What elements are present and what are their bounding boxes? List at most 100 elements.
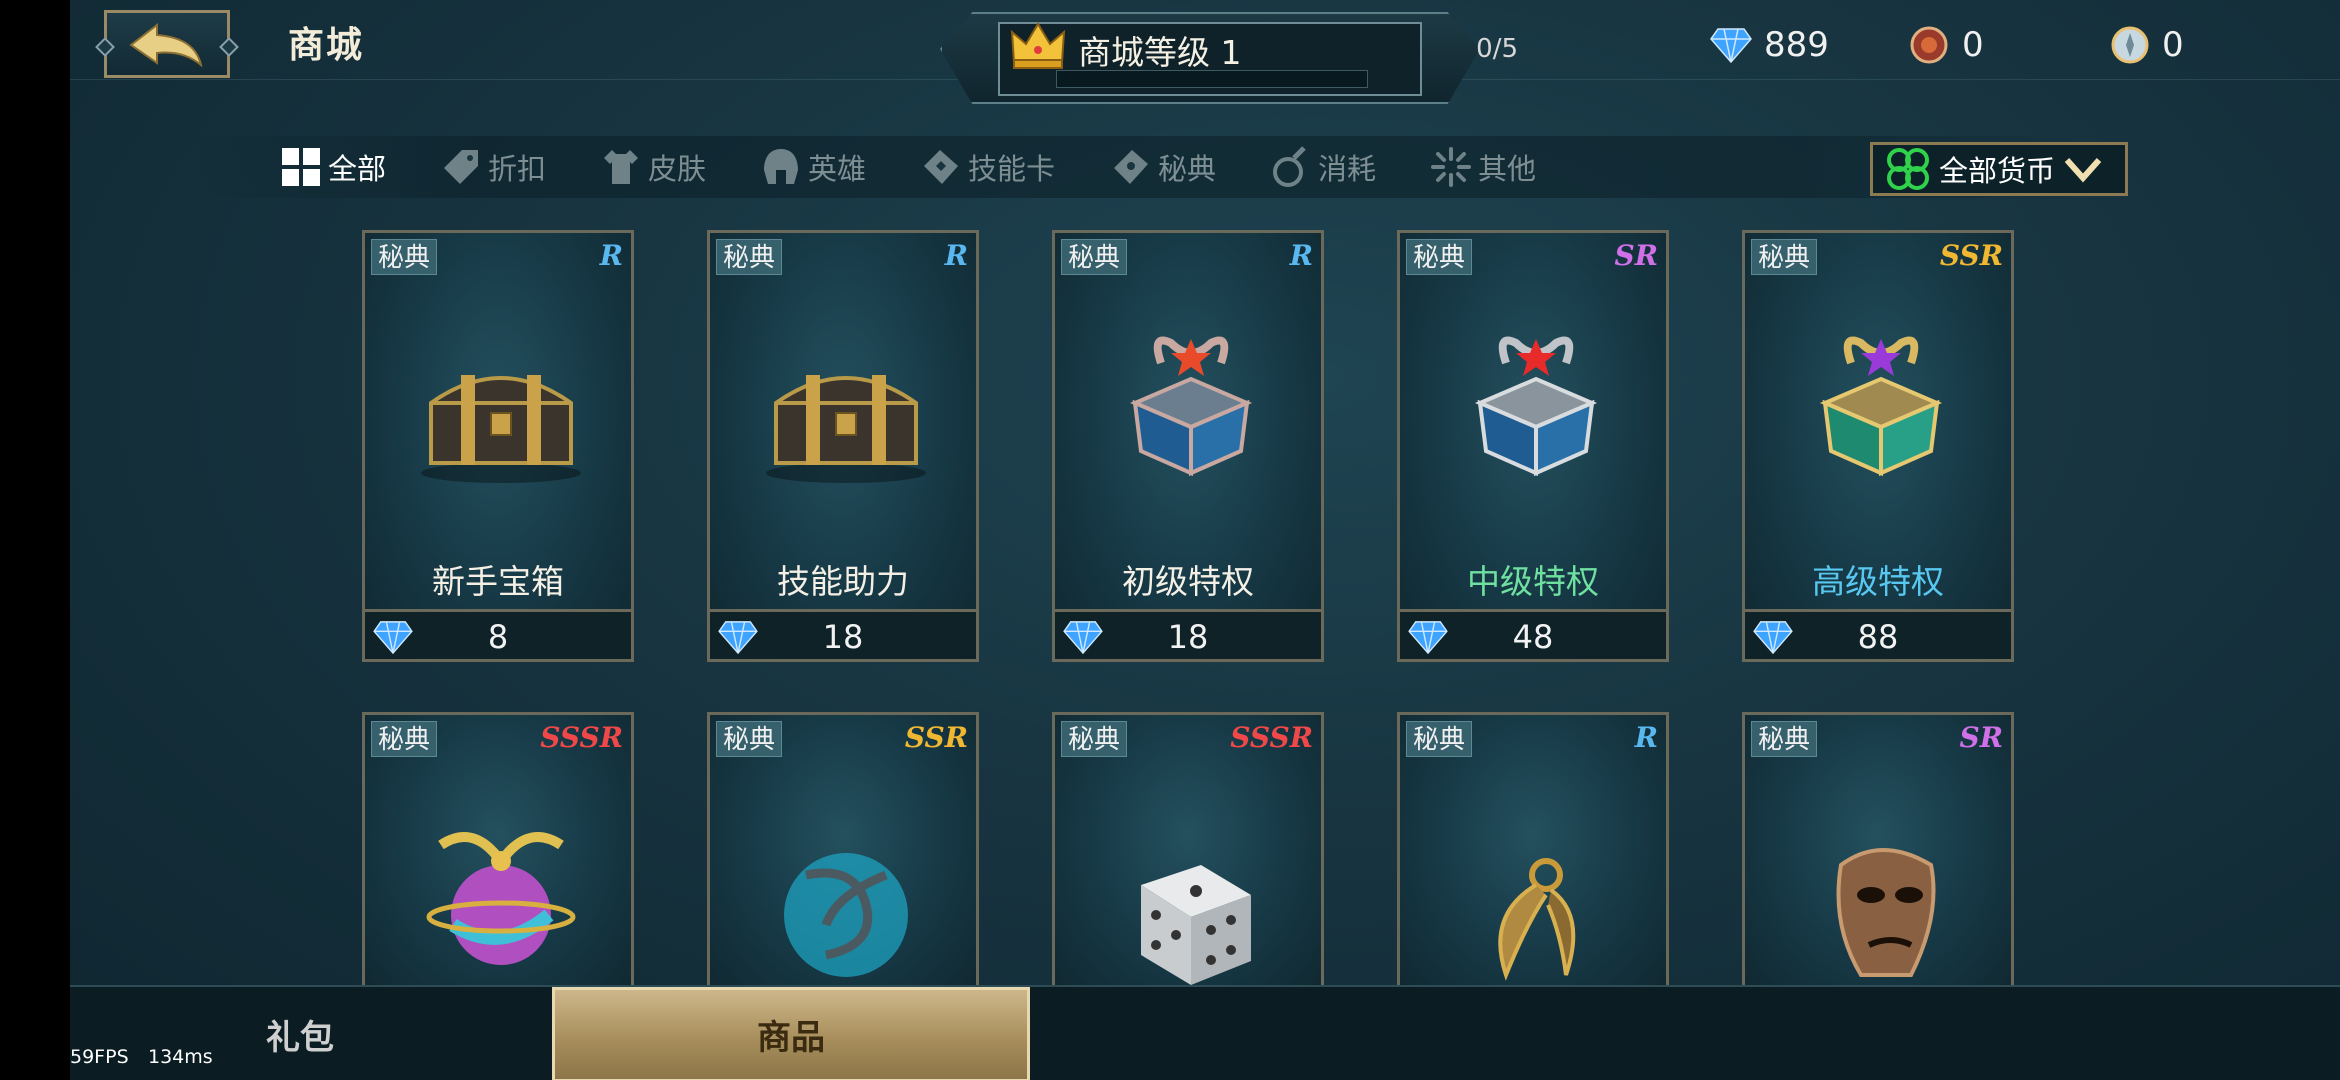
- tab-gift-pack[interactable]: 礼包: [220, 987, 380, 1080]
- tab-discount[interactable]: 折扣: [440, 142, 546, 192]
- tab-label: 其他: [1478, 152, 1537, 186]
- item-price: 18: [1167, 618, 1209, 656]
- tab-goods[interactable]: 商品: [552, 987, 1030, 1080]
- latency-counter: 134ms: [148, 1046, 213, 1068]
- tab-label: 英雄: [808, 152, 867, 186]
- currency-diamond[interactable]: 889: [1710, 20, 1829, 70]
- shop-item-card[interactable]: 秘典 R 新手宝箱 8: [362, 230, 634, 662]
- shop-item-card[interactable]: 秘典 SSSR: [1052, 712, 1324, 1002]
- price-row: 18: [710, 609, 976, 659]
- sparkle-icon: [1431, 147, 1471, 187]
- back-arrow-icon: [129, 22, 203, 67]
- currency-coin[interactable]: 0: [2110, 20, 2184, 70]
- currency-token[interactable]: 0: [1908, 20, 1984, 70]
- tab-label: 皮肤: [648, 152, 707, 186]
- price-row: 8: [365, 609, 631, 659]
- chest-icon: [766, 375, 926, 483]
- rarity-badge: R: [1634, 721, 1658, 754]
- shop-item-card[interactable]: 秘典 SR: [1742, 712, 2014, 1002]
- rarity-badge: SSR: [904, 721, 968, 754]
- back-button[interactable]: [104, 10, 230, 78]
- item-category-tag: 秘典: [1406, 239, 1473, 275]
- tab-consumable[interactable]: 消耗: [1270, 142, 1376, 192]
- fps-counter: 59FPS: [70, 1046, 129, 1068]
- diamond-icon: [1710, 28, 1752, 63]
- helmet-icon: [764, 149, 798, 184]
- item-name: 新手宝箱: [432, 562, 564, 601]
- tab-codex[interactable]: 秘典: [1110, 142, 1216, 192]
- shop-level-progress-bar: [1056, 70, 1368, 88]
- rarity-badge: R: [944, 239, 968, 272]
- item-category-tag: 秘典: [716, 721, 783, 757]
- coin-icon: [2111, 26, 2149, 64]
- price-row: 18: [1055, 609, 1321, 659]
- tab-all[interactable]: 全部: [280, 142, 386, 192]
- tab-label: 全部: [328, 152, 387, 186]
- item-category-tag: 秘典: [371, 721, 438, 757]
- item-name: 初级特权: [1122, 562, 1254, 601]
- mask-icon: [1836, 848, 1936, 977]
- tab-label: 消耗: [1318, 152, 1377, 186]
- item-name: 中级特权: [1467, 562, 1599, 601]
- shop-item-card[interactable]: 秘典 SSSR: [362, 712, 634, 1002]
- book-icon: [1114, 150, 1148, 184]
- earring-icon: [1498, 858, 1576, 981]
- item-category-tag: 秘典: [1751, 721, 1818, 757]
- price-tag-icon: [444, 150, 478, 184]
- currency-filter-label: 全部货币: [1939, 154, 2056, 188]
- rarity-badge: SR: [1959, 721, 2004, 754]
- rarity-badge: SR: [1614, 239, 1659, 272]
- item-name: 技能助力: [777, 562, 909, 601]
- crown-icon: [1010, 22, 1066, 69]
- tab-label: 秘典: [1158, 152, 1217, 186]
- page-title: 商城: [288, 25, 365, 66]
- shop-level-panel[interactable]: 商城等级 1 0/5: [940, 12, 1518, 104]
- item-name: 高级特权: [1812, 562, 1944, 601]
- bottom-tab-bar: 礼包 商品: [70, 985, 2340, 1080]
- ring-icon: [784, 853, 908, 977]
- shop-screen: 商城 商城等级 1 0/5 889 0 0 全部 折扣 皮肤 英雄 技能卡 秘典…: [70, 0, 2340, 1080]
- shop-level-label: 商城等级 1: [1078, 33, 1242, 72]
- item-category-tag: 秘典: [1061, 721, 1128, 757]
- chevron-down-icon: [2064, 158, 2102, 183]
- left-black-bar: [0, 0, 70, 1080]
- rarity-badge: SSR: [1939, 239, 2003, 272]
- item-price: 18: [822, 618, 864, 656]
- item-category-tag: 秘典: [1406, 721, 1473, 757]
- tab-label: 折扣: [488, 152, 547, 186]
- rarity-badge: SSSR: [1230, 721, 1313, 754]
- item-price: 88: [1857, 618, 1899, 656]
- card-icon: [924, 150, 958, 184]
- item-category-tag: 秘典: [716, 239, 783, 275]
- rarity-badge: SSSR: [540, 721, 623, 754]
- rarity-badge: R: [1289, 239, 1313, 272]
- shop-item-card[interactable]: 秘典 SSR: [707, 712, 979, 1002]
- potion-icon: [1273, 146, 1306, 187]
- privilege-box-icon: [1819, 336, 1943, 477]
- item-price: 48: [1512, 618, 1554, 656]
- price-row: 48: [1400, 609, 1666, 659]
- item-category-tag: 秘典: [371, 239, 438, 275]
- shop-level-progress: 0/5: [1476, 34, 1518, 64]
- tab-skill-card[interactable]: 技能卡: [920, 142, 1055, 192]
- tab-skin[interactable]: 皮肤: [600, 142, 706, 192]
- shop-item-card[interactable]: 秘典 R: [1397, 712, 1669, 1002]
- shirt-icon: [604, 150, 638, 184]
- grid-icon: [282, 148, 320, 186]
- privilege-box-icon: [1474, 336, 1598, 477]
- tab-hero[interactable]: 英雄: [760, 142, 866, 192]
- shop-item-card[interactable]: 秘典 SR 中级特权 48: [1397, 230, 1669, 662]
- orb-icon: [426, 832, 576, 965]
- chest-icon: [421, 375, 581, 483]
- shop-item-card[interactable]: 秘典 SSR 高级特权 88: [1742, 230, 2014, 662]
- currency-filter-dropdown[interactable]: 全部货币: [1870, 142, 2128, 196]
- clover-icon: [1887, 148, 1929, 190]
- item-category-tag: 秘典: [1061, 239, 1128, 275]
- shop-item-card[interactable]: 秘典 R 技能助力 18: [707, 230, 979, 662]
- tab-other[interactable]: 其他: [1430, 142, 1536, 192]
- coin-count: 0: [2162, 25, 2184, 65]
- item-category-tag: 秘典: [1751, 239, 1818, 275]
- header: 商城 商城等级 1 0/5 889 0 0: [70, 0, 2340, 104]
- privilege-box-icon: [1129, 336, 1253, 477]
- shop-item-card[interactable]: 秘典 R 初级特权 18: [1052, 230, 1324, 662]
